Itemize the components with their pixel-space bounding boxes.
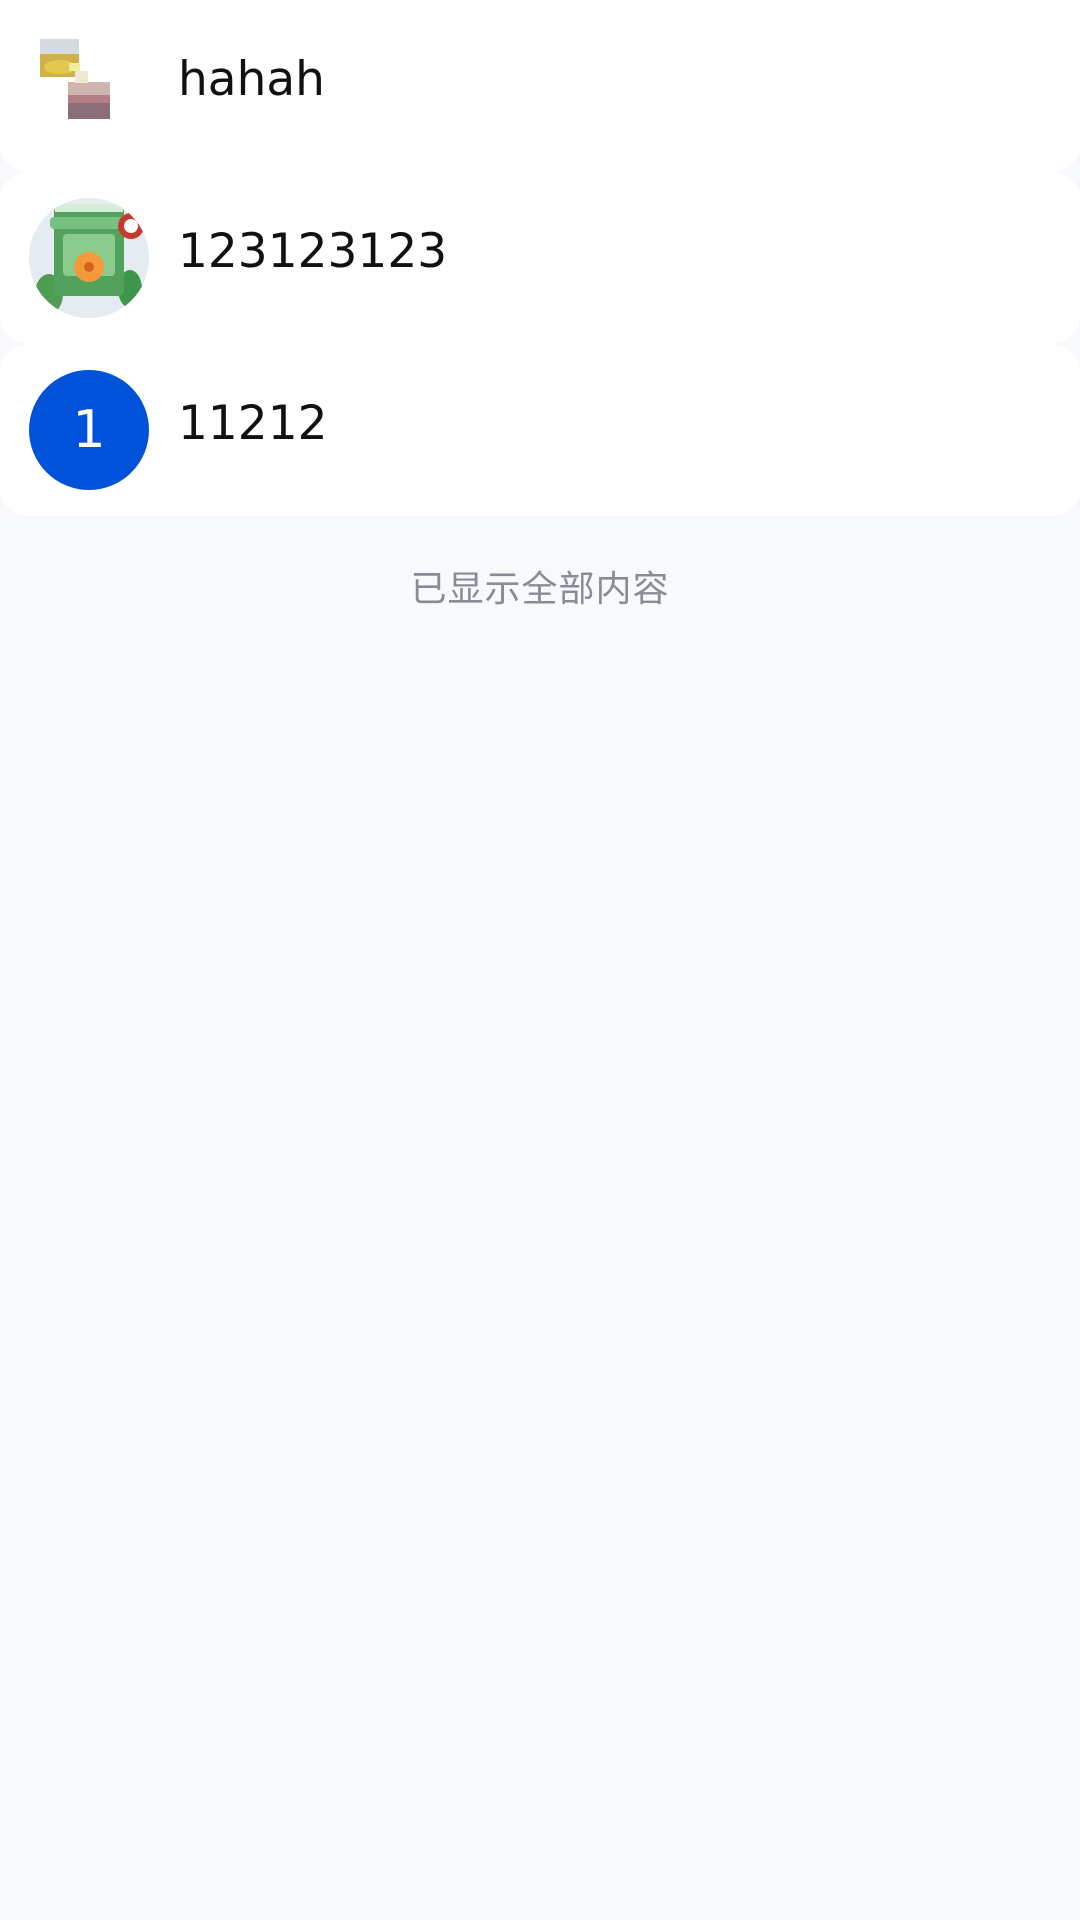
item-title: 11212: [178, 396, 328, 451]
avatar: 1: [29, 370, 149, 490]
paint-bucket-photo-icon: [29, 198, 149, 318]
list-item[interactable]: 1 11212: [0, 344, 1080, 516]
item-title: hahah: [178, 52, 325, 107]
list-item[interactable]: 123123123: [0, 172, 1080, 344]
end-of-list-text: 已显示全部内容: [410, 569, 670, 610]
conversation-list: hahah 123123123 1 11212: [0, 0, 1080, 516]
page: hahah 123123123 1 11212 已显示全部内容: [0, 0, 1080, 1920]
avatar: [29, 198, 149, 318]
list-item[interactable]: hahah: [0, 0, 1080, 172]
avatar: [29, 26, 149, 146]
item-title: 123123123: [178, 224, 448, 279]
photo-collage-icon: [29, 26, 149, 146]
avatar-letter: 1: [72, 400, 106, 460]
